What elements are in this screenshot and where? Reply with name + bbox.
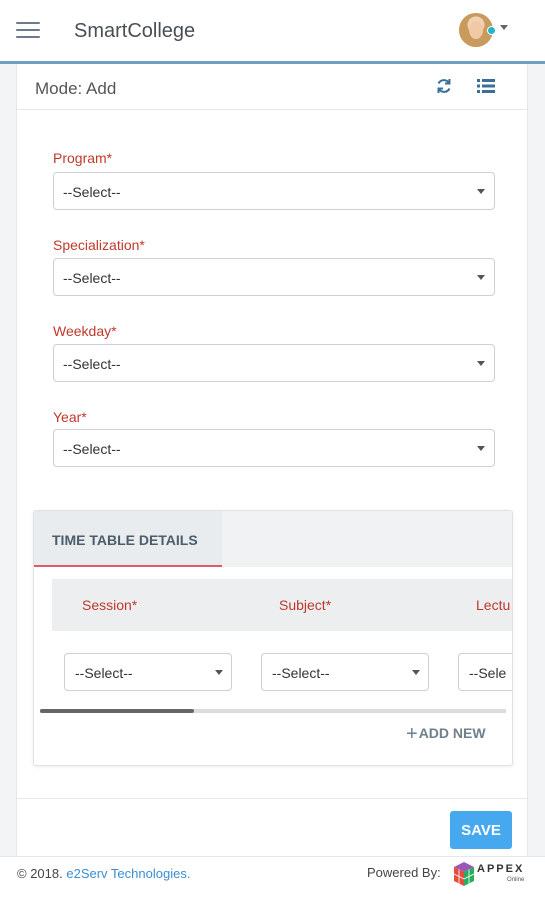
list-view-icon[interactable]: [477, 79, 495, 93]
specialization-label: Specialization*: [53, 237, 145, 253]
year-select-value: --Select--: [63, 441, 121, 457]
column-header-lecture: Lectu: [476, 597, 511, 613]
chevron-down-icon: [215, 670, 223, 675]
appex-brand-sub: Online: [507, 877, 525, 883]
scrollbar-thumb[interactable]: [40, 709, 194, 713]
online-status-dot: [487, 26, 496, 35]
column-header-subject: Subject*: [279, 597, 332, 613]
lecture-select-value: --Sele: [469, 665, 507, 681]
chevron-down-icon: [477, 189, 485, 194]
subject-select[interactable]: --Select--: [261, 653, 429, 691]
subject-select-value: --Select--: [272, 665, 330, 681]
appex-logo-icon: [453, 862, 475, 886]
app-title: SmartCollege: [74, 20, 196, 42]
weekday-select[interactable]: --Select--: [53, 344, 495, 382]
copyright-prefix: © 2018.: [17, 866, 63, 881]
program-select-value: --Select--: [63, 184, 121, 200]
plus-icon: +: [406, 723, 418, 745]
divider: [17, 798, 527, 799]
card-header: Mode: Add: [17, 64, 527, 110]
refresh-icon[interactable]: [435, 77, 453, 95]
top-navbar: SmartCollege: [0, 0, 545, 64]
weekday-label: Weekday*: [53, 323, 117, 339]
year-select[interactable]: --Select--: [53, 429, 495, 467]
chevron-down-icon: [412, 670, 420, 675]
add-new-label: ADD NEW: [418, 725, 486, 741]
session-select[interactable]: --Select--: [64, 653, 232, 691]
powered-by-text: Powered By:: [367, 865, 441, 880]
form-card: Mode: Add Program* --Select-- Specializa…: [16, 64, 528, 856]
page-footer: © 2018. e2Serv Technologies. Powered By:…: [0, 856, 545, 900]
lecture-select[interactable]: --Sele: [458, 653, 512, 691]
timetable-header-row: Session* Subject* Lectu: [52, 579, 512, 631]
copyright-text: © 2018. e2Serv Technologies.: [17, 866, 190, 881]
save-button[interactable]: SAVE: [450, 811, 512, 849]
chevron-down-icon: [477, 446, 485, 451]
company-link[interactable]: e2Serv Technologies.: [66, 866, 190, 881]
chevron-down-icon: [477, 275, 485, 280]
mode-label: Mode: Add: [35, 79, 117, 98]
timetable-panel: TIME TABLE DETAILS Session* Subject* Lec…: [33, 510, 513, 766]
session-select-value: --Select--: [75, 665, 133, 681]
add-new-button[interactable]: +ADD NEW: [406, 723, 486, 746]
specialization-select[interactable]: --Select--: [53, 258, 495, 296]
weekday-select-value: --Select--: [63, 356, 121, 372]
chevron-down-icon: [477, 361, 485, 366]
column-header-session: Session*: [82, 597, 138, 613]
program-select[interactable]: --Select--: [53, 172, 495, 210]
chevron-down-icon[interactable]: [500, 25, 508, 30]
hamburger-menu-icon[interactable]: [16, 22, 40, 40]
year-label: Year*: [53, 409, 87, 425]
appex-brand-name: APPEX: [477, 863, 525, 875]
tab-label: TIME TABLE DETAILS: [52, 532, 198, 548]
program-label: Program*: [53, 150, 113, 166]
timetable-tabbar: TIME TABLE DETAILS: [34, 511, 512, 567]
specialization-select-value: --Select--: [63, 270, 121, 286]
tab-time-table-details[interactable]: TIME TABLE DETAILS: [34, 511, 222, 567]
